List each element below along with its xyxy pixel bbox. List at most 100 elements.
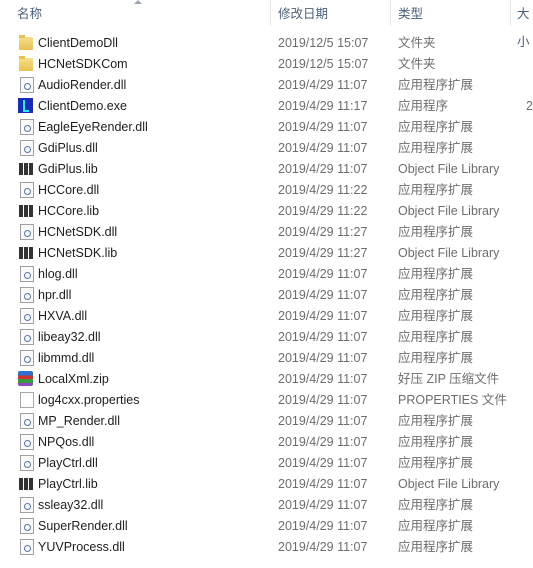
lib-icon bbox=[19, 205, 33, 217]
file-date: 2019/4/29 11:07 bbox=[278, 456, 368, 470]
column-header-name[interactable]: 名称 bbox=[17, 0, 42, 26]
file-row[interactable]: libeay32.dll 2019/4/29 11:07 应用程序扩展 bbox=[0, 327, 533, 348]
file-name: HCNetSDK.dll bbox=[38, 225, 118, 239]
column-divider[interactable] bbox=[510, 0, 511, 26]
file-row[interactable]: AudioRender.dll 2019/4/29 11:07 应用程序扩展 bbox=[0, 75, 533, 96]
file-date: 2019/4/29 11:07 bbox=[278, 540, 368, 554]
file-row[interactable]: log4cxx.properties 2019/4/29 11:07 PROPERT… bbox=[0, 390, 533, 411]
file-row[interactable]: HCCore.lib 2019/4/29 11:22 Object File Lib… bbox=[0, 201, 533, 222]
file-name: libeay32.dll bbox=[38, 330, 101, 344]
file-row[interactable]: HCNetSDK.lib 2019/4/29 11:27 Object File L… bbox=[0, 243, 533, 264]
dll-icon bbox=[20, 455, 34, 471]
dll-icon bbox=[20, 77, 34, 93]
column-header-date[interactable]: 修改日期 bbox=[278, 0, 328, 26]
file-row[interactable]: YUVProcess.dll 2019/4/29 11:07 应用程序扩展 bbox=[0, 537, 533, 558]
file-name: ClientDemoDll bbox=[38, 36, 118, 50]
file-row[interactable]: EagleEyeRender.dll 2019/4/29 11:07 应用程序扩展 bbox=[0, 117, 533, 138]
file-name: HCCore.dll bbox=[38, 183, 100, 197]
exe-icon bbox=[18, 98, 33, 113]
file-name: HCNetSDK.lib bbox=[38, 246, 118, 260]
file-name: HXVA.dll bbox=[38, 309, 88, 323]
file-date: 2019/4/29 11:07 bbox=[278, 267, 368, 281]
file-name: MP_Render.dll bbox=[38, 414, 120, 428]
file-type: 应用程序扩展 bbox=[398, 435, 474, 449]
file-name: log4cxx.properties bbox=[38, 393, 140, 407]
dll-icon bbox=[20, 266, 34, 282]
lib-icon bbox=[19, 478, 33, 490]
column-header-type[interactable]: 类型 bbox=[398, 0, 423, 26]
file-type: 应用程序扩展 bbox=[398, 141, 474, 155]
file-name: ClientDemo.exe bbox=[38, 99, 127, 113]
file-date: 2019/4/29 11:22 bbox=[278, 183, 368, 197]
file-date: 2019/4/29 11:07 bbox=[278, 498, 368, 512]
file-name: PlayCtrl.lib bbox=[38, 477, 98, 491]
file-row[interactable]: HCCore.dll 2019/4/29 11:22 应用程序扩展 bbox=[0, 180, 533, 201]
sort-ascending-icon bbox=[134, 0, 142, 4]
file-date: 2019/12/5 15:07 bbox=[278, 36, 369, 50]
file-row[interactable]: HCNetSDK.dll 2019/4/29 11:27 应用程序扩展 bbox=[0, 222, 533, 243]
dll-icon bbox=[20, 413, 34, 429]
file-name: NPQos.dll bbox=[38, 435, 95, 449]
column-divider[interactable] bbox=[270, 0, 271, 26]
file-name: LocalXml.zip bbox=[38, 372, 109, 386]
file-row[interactable]: GdiPlus.dll 2019/4/29 11:07 应用程序扩展 bbox=[0, 138, 533, 159]
dll-icon bbox=[20, 350, 34, 366]
file-type: 应用程序扩展 bbox=[398, 498, 474, 512]
dll-icon bbox=[20, 224, 34, 240]
file-row[interactable]: MP_Render.dll 2019/4/29 11:07 应用程序扩展 bbox=[0, 411, 533, 432]
file-name: libmmd.dll bbox=[38, 351, 95, 365]
file-type: 应用程序扩展 bbox=[398, 183, 474, 197]
folder-icon bbox=[19, 56, 33, 71]
file-row[interactable]: ClientDemo.exe 2019/4/29 11:17 应用程序 2 bbox=[0, 96, 533, 117]
file-type: Object File Library bbox=[398, 162, 500, 176]
file-type: Object File Library bbox=[398, 204, 500, 218]
file-date: 2019/4/29 11:07 bbox=[278, 330, 368, 344]
column-header-size[interactable]: 大小 bbox=[517, 0, 533, 49]
file-row[interactable]: ClientDemoDll 2019/12/5 15:07 文件夹 bbox=[0, 33, 533, 54]
file-row[interactable]: LocalXml.zip 2019/4/29 11:07 好压 ZIP 压缩文件 bbox=[0, 369, 533, 390]
file-row[interactable]: NPQos.dll 2019/4/29 11:07 应用程序扩展 bbox=[0, 432, 533, 453]
file-type: 应用程序扩展 bbox=[398, 351, 474, 365]
column-header: 名称 修改日期 类型 大小 bbox=[0, 0, 533, 49]
file-row[interactable]: libmmd.dll 2019/4/29 11:07 应用程序扩展 bbox=[0, 348, 533, 369]
file-name: EagleEyeRender.dll bbox=[38, 120, 148, 134]
file-row[interactable]: ssleay32.dll 2019/4/29 11:07 应用程序扩展 bbox=[0, 495, 533, 516]
file-date: 2019/4/29 11:07 bbox=[278, 351, 368, 365]
file-row[interactable]: HCNetSDKCom 2019/12/5 15:07 文件夹 bbox=[0, 54, 533, 75]
zip-icon bbox=[18, 371, 33, 386]
file-date: 2019/4/29 11:22 bbox=[278, 204, 368, 218]
file-row[interactable]: hlog.dll 2019/4/29 11:07 应用程序扩展 bbox=[0, 264, 533, 285]
file-date: 2019/4/29 11:17 bbox=[278, 99, 368, 113]
folder-icon bbox=[19, 35, 33, 50]
file-type: 应用程序扩展 bbox=[398, 414, 474, 428]
file-row[interactable]: GdiPlus.lib 2019/4/29 11:07 Object File Li… bbox=[0, 159, 533, 180]
file-type: 应用程序扩展 bbox=[398, 225, 474, 239]
props-icon bbox=[20, 392, 34, 408]
file-name: hpr.dll bbox=[38, 288, 72, 302]
file-name: AudioRender.dll bbox=[38, 78, 127, 92]
column-divider[interactable] bbox=[390, 0, 391, 26]
file-name: GdiPlus.lib bbox=[38, 162, 98, 176]
dll-icon bbox=[20, 497, 34, 513]
file-row[interactable]: hpr.dll 2019/4/29 11:07 应用程序扩展 bbox=[0, 285, 533, 306]
dll-icon bbox=[20, 539, 34, 555]
file-date: 2019/4/29 11:07 bbox=[278, 288, 368, 302]
file-date: 2019/4/29 11:07 bbox=[278, 519, 368, 533]
file-size: 2 bbox=[526, 99, 533, 113]
file-type: 应用程序扩展 bbox=[398, 456, 474, 470]
file-date: 2019/4/29 11:07 bbox=[278, 78, 368, 92]
file-name: HCNetSDKCom bbox=[38, 57, 128, 71]
file-row[interactable]: PlayCtrl.dll 2019/4/29 11:07 应用程序扩展 bbox=[0, 453, 533, 474]
file-type: 应用程序 bbox=[398, 99, 449, 113]
file-date: 2019/4/29 11:07 bbox=[278, 393, 368, 407]
file-date: 2019/4/29 11:07 bbox=[278, 309, 368, 323]
file-date: 2019/4/29 11:07 bbox=[278, 435, 368, 449]
file-date: 2019/4/29 11:07 bbox=[278, 120, 368, 134]
file-row[interactable]: HXVA.dll 2019/4/29 11:07 应用程序扩展 bbox=[0, 306, 533, 327]
file-date: 2019/4/29 11:07 bbox=[278, 162, 368, 176]
lib-icon bbox=[19, 163, 33, 175]
file-type: 文件夹 bbox=[398, 36, 436, 50]
file-row[interactable]: SuperRender.dll 2019/4/29 11:07 应用程序扩展 bbox=[0, 516, 533, 537]
file-row[interactable]: PlayCtrl.lib 2019/4/29 11:07 Object File L… bbox=[0, 474, 533, 495]
file-type: 应用程序扩展 bbox=[398, 78, 474, 92]
